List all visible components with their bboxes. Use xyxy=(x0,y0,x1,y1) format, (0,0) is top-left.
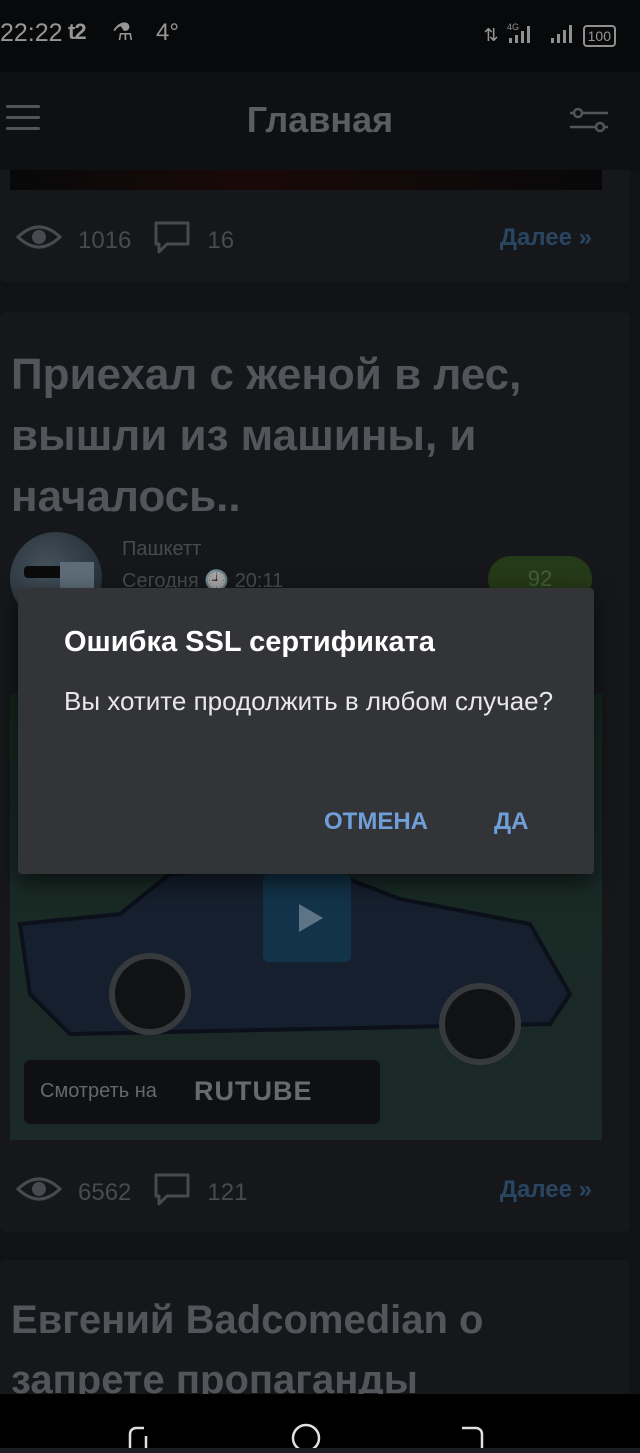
ssl-error-dialog: Ошибка SSL сертификата Вы хотите продолж… xyxy=(18,588,594,874)
confirm-button[interactable]: ДА xyxy=(494,808,528,836)
cancel-button[interactable]: ОТМЕНА xyxy=(324,808,428,836)
dialog-title: Ошибка SSL сертификата xyxy=(64,626,435,658)
dialog-message: Вы хотите продолжить в любом случае? xyxy=(64,686,554,716)
back-icon[interactable] xyxy=(458,1424,486,1453)
navigation-bar xyxy=(0,1394,640,1453)
home-icon[interactable] xyxy=(290,1422,322,1453)
recent-apps-icon[interactable] xyxy=(126,1424,154,1453)
